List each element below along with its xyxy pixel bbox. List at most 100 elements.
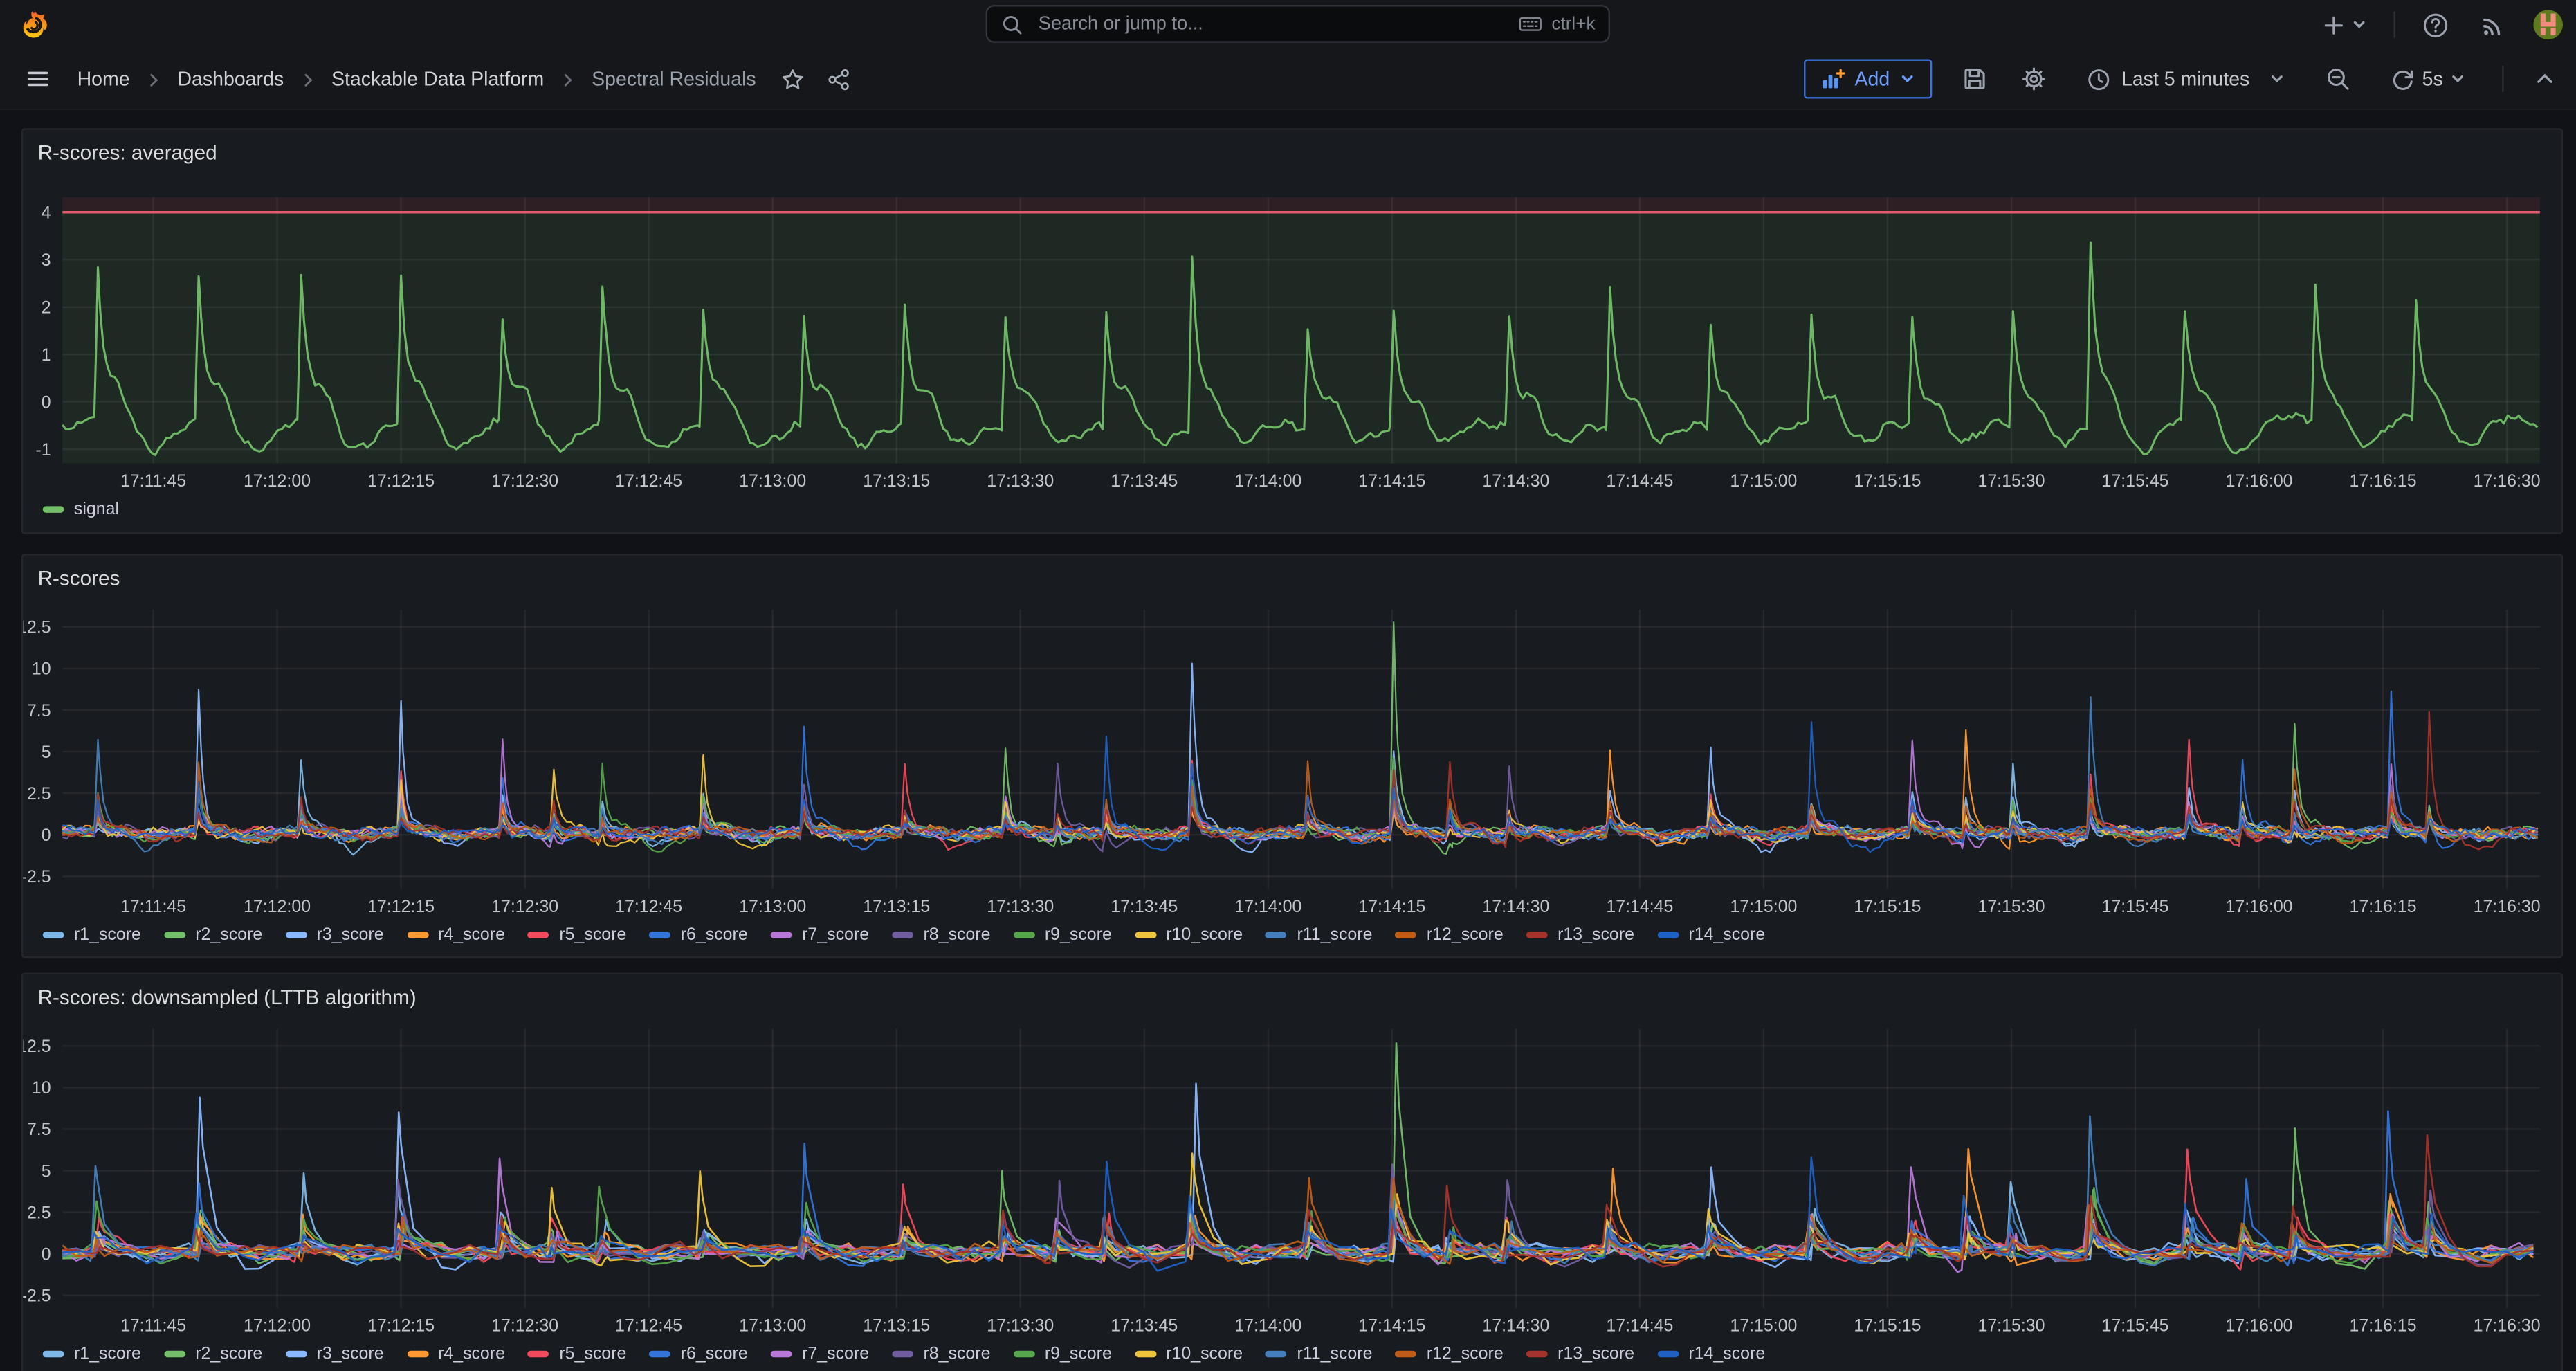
legend-item-r4_score[interactable]: r4_score — [407, 1344, 505, 1363]
new-menu-button[interactable] — [2318, 9, 2371, 40]
legend-item-r6_score[interactable]: r6_score — [650, 925, 748, 945]
legend-item-r13_score[interactable]: r13_score — [1526, 925, 1634, 945]
series-color-swatch — [164, 932, 185, 938]
news-button[interactable] — [2476, 8, 2510, 42]
legend-item-r8_score[interactable]: r8_score — [892, 925, 990, 945]
series-label: r1_score — [74, 925, 141, 945]
share-icon — [827, 66, 852, 91]
series-label: r11_score — [1297, 1344, 1372, 1363]
top-nav: ctrl+k — [0, 0, 2576, 51]
legend-item-r4_score[interactable]: r4_score — [407, 925, 505, 945]
svg-text:2: 2 — [42, 298, 51, 318]
svg-text:17:15:45: 17:15:45 — [2101, 471, 2168, 491]
legend-item-r12_score[interactable]: r12_score — [1396, 1344, 1504, 1363]
mega-menu-toggle[interactable] — [21, 62, 54, 95]
series-color-swatch — [771, 932, 792, 938]
add-button[interactable]: Add — [1804, 59, 1933, 98]
refresh-picker[interactable]: 5s — [2381, 65, 2476, 93]
series-color-swatch — [1014, 1351, 1035, 1357]
timeseries-chart[interactable]: 12.5107.552.50-2.517:11:4517:12:0017:12:… — [23, 974, 2561, 1346]
legend-item-r3_score[interactable]: r3_score — [285, 925, 383, 945]
legend-item-signal[interactable]: signal — [43, 500, 119, 519]
divider — [2502, 66, 2503, 92]
zoom-out-time-button[interactable] — [2322, 62, 2355, 95]
series-label: r2_score — [195, 1344, 262, 1363]
breadcrumb-home[interactable]: Home — [77, 67, 130, 90]
svg-text:0: 0 — [42, 392, 51, 412]
series-label: r13_score — [1558, 1344, 1634, 1363]
svg-text:17:15:00: 17:15:00 — [1730, 897, 1797, 916]
user-avatar[interactable] — [2533, 10, 2563, 39]
svg-text:7.5: 7.5 — [27, 701, 51, 720]
breadcrumb-dashboards[interactable]: Dashboards — [177, 67, 284, 90]
svg-text:17:13:30: 17:13:30 — [987, 897, 1054, 916]
help-button[interactable] — [2418, 8, 2453, 42]
series-label: signal — [74, 500, 119, 519]
svg-text:17:15:30: 17:15:30 — [1977, 471, 2045, 491]
svg-text:17:12:15: 17:12:15 — [367, 1316, 435, 1335]
legend-item-r11_score[interactable]: r11_score — [1266, 1344, 1372, 1363]
series-color-swatch — [1396, 1351, 1417, 1357]
grafana-logo-icon[interactable] — [18, 8, 51, 41]
chevron-right-icon — [145, 70, 163, 88]
svg-text:17:14:15: 17:14:15 — [1358, 1316, 1425, 1335]
legend-item-r5_score[interactable]: r5_score — [528, 1344, 626, 1363]
legend-item-r14_score[interactable]: r14_score — [1657, 1344, 1765, 1363]
search-input[interactable] — [1035, 12, 1519, 35]
series-color-swatch — [1014, 932, 1035, 938]
legend-item-r3_score[interactable]: r3_score — [285, 1344, 383, 1363]
legend-item-r11_score[interactable]: r11_score — [1266, 925, 1372, 945]
svg-text:17:12:30: 17:12:30 — [491, 1316, 558, 1335]
svg-text:4: 4 — [42, 203, 51, 223]
svg-text:17:16:30: 17:16:30 — [2474, 1316, 2541, 1335]
legend-item-r10_score[interactable]: r10_score — [1135, 925, 1243, 945]
share-button[interactable] — [823, 63, 855, 94]
legend-item-r8_score[interactable]: r8_score — [892, 1344, 990, 1363]
favorite-button[interactable] — [778, 63, 809, 94]
legend-item-r13_score[interactable]: r13_score — [1526, 1344, 1634, 1363]
series-color-swatch — [892, 1351, 913, 1357]
legend-item-r1_score[interactable]: r1_score — [43, 925, 141, 945]
timeseries-chart[interactable]: 12.5107.552.50-2.517:11:4517:12:0017:12:… — [23, 556, 2561, 927]
legend-item-r2_score[interactable]: r2_score — [164, 925, 262, 945]
legend-item-r2_score[interactable]: r2_score — [164, 1344, 262, 1363]
legend-item-r5_score[interactable]: r5_score — [528, 925, 626, 945]
save-dashboard-button[interactable] — [1959, 62, 1991, 95]
series-label: r12_score — [1427, 1344, 1504, 1363]
caret-down-icon — [1899, 71, 1916, 87]
svg-text:17:16:00: 17:16:00 — [2226, 471, 2293, 491]
series-color-swatch — [1526, 1351, 1548, 1357]
svg-text:7.5: 7.5 — [27, 1120, 51, 1139]
legend-item-r9_score[interactable]: r9_score — [1014, 1344, 1112, 1363]
series-label: r7_score — [802, 1344, 869, 1363]
svg-text:17:12:00: 17:12:00 — [244, 471, 311, 491]
breadcrumb-folder[interactable]: Stackable Data Platform — [331, 67, 544, 90]
series-label: r8_score — [923, 925, 990, 945]
legend-item-r6_score[interactable]: r6_score — [650, 1344, 748, 1363]
legend-item-r10_score[interactable]: r10_score — [1135, 1344, 1243, 1363]
time-range-picker[interactable]: Last 5 minutes — [2077, 65, 2296, 93]
legend-item-r14_score[interactable]: r14_score — [1657, 925, 1765, 945]
series-color-swatch — [285, 1351, 307, 1357]
legend-item-r9_score[interactable]: r9_score — [1014, 925, 1112, 945]
chevron-up-icon — [2533, 67, 2556, 90]
series-label: r10_score — [1166, 1344, 1243, 1363]
caret-down-icon — [2449, 71, 2466, 87]
dashboard-settings-button[interactable] — [2018, 62, 2050, 95]
svg-text:10: 10 — [32, 1078, 51, 1098]
svg-text:17:12:15: 17:12:15 — [367, 471, 435, 491]
legend-item-r12_score[interactable]: r12_score — [1396, 925, 1504, 945]
legend-item-r7_score[interactable]: r7_score — [771, 925, 869, 945]
svg-text:5: 5 — [42, 743, 51, 762]
chevron-right-icon — [559, 70, 577, 88]
svg-text:12.5: 12.5 — [23, 1037, 51, 1056]
svg-text:2.5: 2.5 — [27, 784, 51, 803]
top-nav-right — [2318, 0, 2563, 49]
series-label: r12_score — [1427, 925, 1504, 945]
timeseries-chart[interactable]: 43210-117:11:4517:12:0017:12:1517:12:301… — [23, 130, 2561, 502]
legend-item-r1_score[interactable]: r1_score — [43, 1344, 141, 1363]
legend-item-r7_score[interactable]: r7_score — [771, 1344, 869, 1363]
series-label: r14_score — [1688, 925, 1765, 945]
series-label: r6_score — [681, 1344, 748, 1363]
collapse-toolbar-button[interactable] — [2530, 64, 2560, 94]
